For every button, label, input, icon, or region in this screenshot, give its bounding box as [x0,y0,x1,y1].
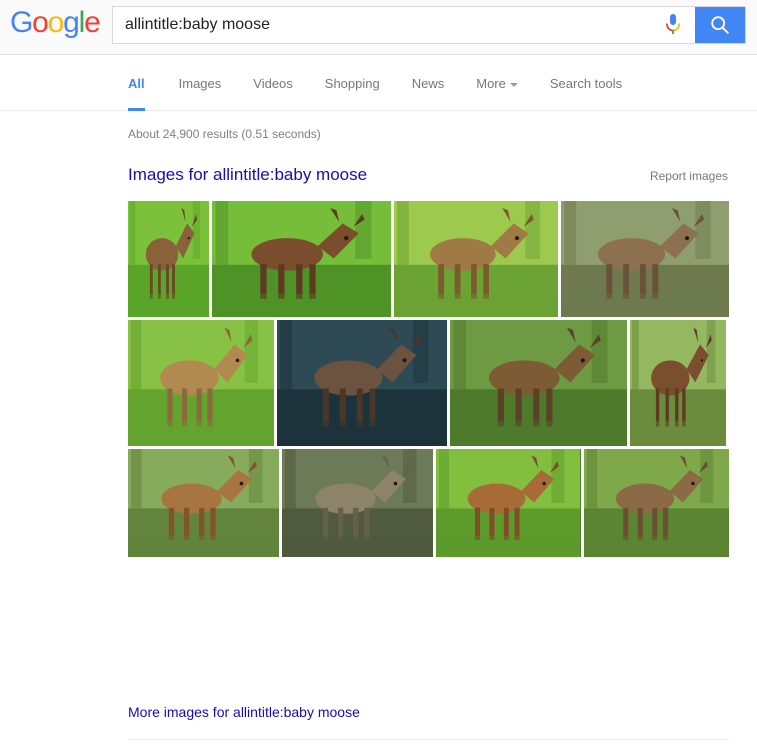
image-results-grid [128,201,729,560]
result-stats: About 24,900 results (0.51 seconds) [128,127,321,141]
more-images-link[interactable]: More images for allintitle:baby moose [128,704,360,720]
image-grid-row [128,320,729,446]
search-input[interactable] [113,7,651,43]
image-tile-graphic [583,449,729,557]
image-tile-graphic [561,201,729,317]
image-tile[interactable] [394,201,558,317]
chevron-down-icon [509,82,518,87]
magnifier-icon [711,16,729,34]
images-block-header: Images for allintitle:baby moose Report … [128,165,728,185]
voice-search-button[interactable] [651,7,695,43]
image-tile[interactable] [128,320,274,446]
image-tile-graphic [212,201,391,317]
image-tile-graphic [128,449,280,557]
report-images-link[interactable]: Report images [650,169,728,183]
image-tile-graphic [436,449,581,557]
google-logo[interactable]: Google [10,6,106,40]
nav-tab-more[interactable]: More [476,55,518,111]
image-tile[interactable] [561,201,729,317]
nav-tab-search-tools[interactable]: Search tools [550,55,622,111]
nav-tab-list: All Images Videos Shopping News More Search to… [128,55,654,111]
images-block-title[interactable]: Images for allintitle:baby moose [128,165,367,185]
image-tile-graphic [282,449,434,557]
nav-tab-label: More [476,76,506,91]
image-tile[interactable] [630,320,726,446]
image-tile[interactable] [282,449,434,557]
image-tile[interactable] [583,449,729,557]
nav-tab-label: Videos [253,76,293,91]
image-tile-graphic [128,201,209,317]
image-tile[interactable] [128,201,209,317]
image-tile[interactable] [128,449,280,557]
nav-tab-label: News [411,76,445,91]
image-tile[interactable] [450,320,627,446]
nav-tab-news[interactable]: News [412,55,445,111]
section-divider [128,739,729,740]
nav-tab-label: All [128,76,145,91]
search-header: Google [0,0,757,55]
nav-tab-label: Search tools [549,76,623,91]
search-submit-button[interactable] [695,7,745,43]
nav-tab-shopping[interactable]: Shopping [325,55,380,111]
image-grid-row [128,201,729,317]
nav-tab-label: Shopping [324,76,380,91]
search-nav-tabs: All Images Videos Shopping News More Search to… [0,55,757,111]
image-tile-graphic [128,320,274,446]
image-grid-row [128,449,729,557]
image-tile-graphic [277,320,447,446]
nav-tab-images[interactable]: Images [179,55,222,111]
nav-tab-all[interactable]: All [128,55,145,111]
image-tile-graphic [394,201,558,317]
image-tile[interactable] [277,320,447,446]
image-tile[interactable] [212,201,391,317]
search-box[interactable] [112,6,746,44]
image-tile-graphic [450,320,627,446]
microphone-icon [666,14,680,34]
nav-tab-label: Images [178,76,222,91]
nav-tab-videos[interactable]: Videos [253,55,293,111]
image-tile[interactable] [436,449,581,557]
image-tile-graphic [630,320,726,446]
